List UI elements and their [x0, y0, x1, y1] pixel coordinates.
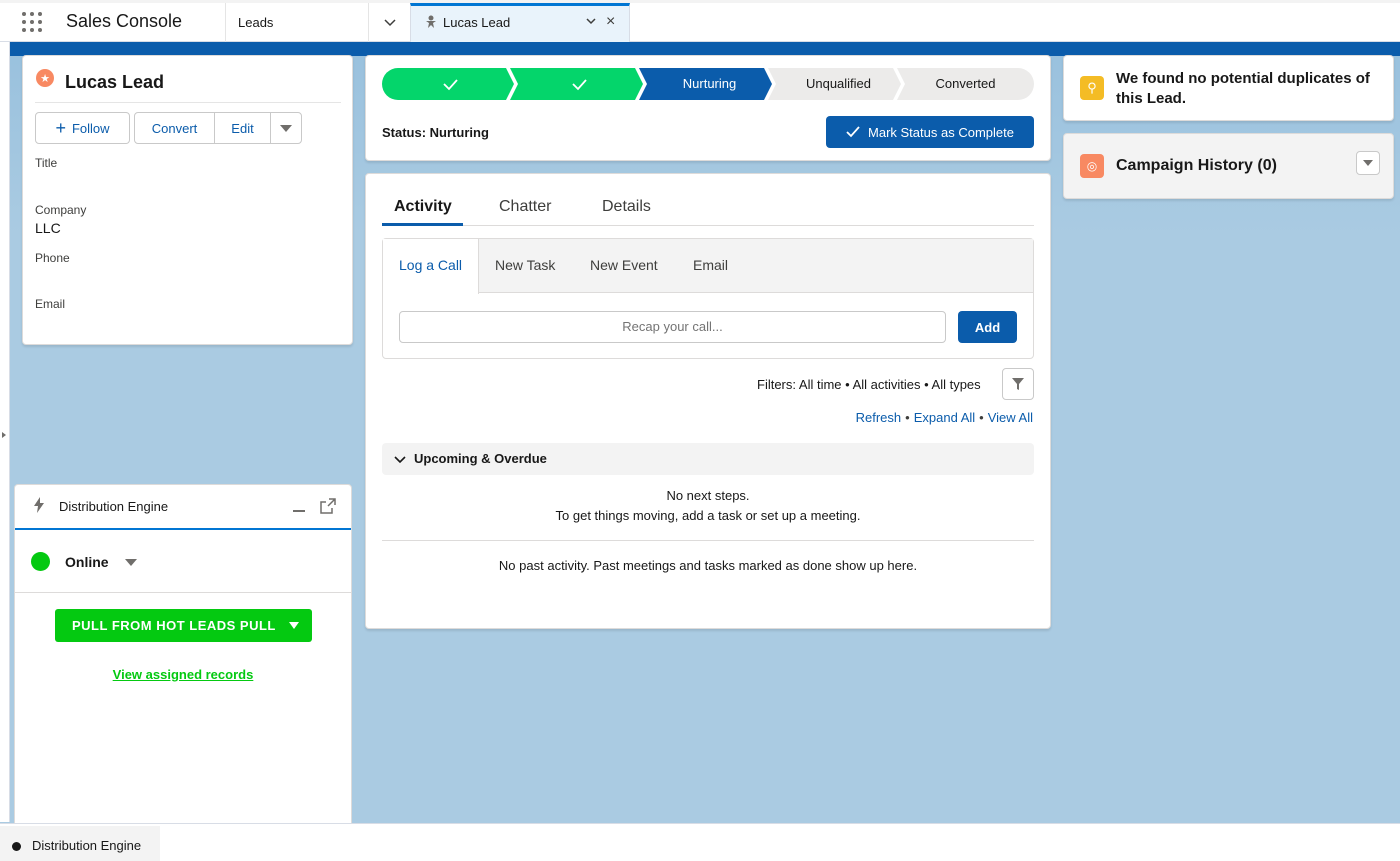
field-label-title: Title: [35, 156, 58, 170]
lead-name: Lucas Lead: [65, 72, 165, 92]
tab-close-icon[interactable]: ×: [606, 13, 615, 31]
activity-filters-text: Filters: All time • All activities • All…: [757, 377, 981, 392]
expand-all-link[interactable]: Expand All: [914, 410, 975, 425]
nav-item-leads[interactable]: Leads: [238, 15, 273, 30]
publisher-tab-log-call[interactable]: Log a Call: [399, 257, 462, 273]
no-past-activity: No past activity. Past meetings and task…: [498, 558, 918, 573]
expand-arrow-icon[interactable]: [2, 432, 6, 438]
convert-button[interactable]: Convert: [134, 112, 215, 144]
active-tab-indicator: [382, 223, 463, 226]
pull-hot-leads-button[interactable]: PULL FROM HOT LEADS PULL: [55, 609, 312, 642]
popout-icon[interactable]: [320, 498, 336, 517]
refresh-link[interactable]: Refresh: [856, 410, 902, 425]
field-value-company: LLC: [35, 220, 61, 236]
nav-divider: [225, 3, 226, 42]
campaign-icon: ◎: [1080, 154, 1104, 178]
status-dot-icon: [12, 842, 21, 851]
check-icon: [846, 126, 860, 138]
utility-item-distribution-engine[interactable]: Distribution Engine: [0, 824, 160, 861]
tab-details[interactable]: Details: [602, 198, 651, 216]
caret-down-icon[interactable]: [125, 559, 137, 566]
path-stage-1[interactable]: [382, 68, 514, 100]
lead-icon: [424, 15, 438, 32]
workspace-tab-lucas-lead[interactable]: Lucas Lead ×: [410, 3, 630, 42]
utility-item-label: Distribution Engine: [32, 838, 142, 853]
no-next-steps-line2: To get things moving, add a task or set …: [555, 508, 861, 523]
pull-button-label: PULL FROM HOT LEADS PULL: [72, 618, 276, 633]
follow-label: Follow: [71, 120, 110, 136]
tab-chevron-down-icon[interactable]: [585, 15, 597, 30]
path-stages: Nurturing Unqualified Converted: [382, 68, 1034, 100]
view-all-link[interactable]: View All: [988, 410, 1033, 425]
minimize-icon[interactable]: [293, 510, 305, 512]
bolt-icon: [33, 497, 45, 516]
utility-bar: Distribution Engine: [0, 823, 1400, 861]
header-accent-strip: [0, 42, 1400, 56]
distribution-engine-title: Distribution Engine: [59, 499, 169, 514]
follow-button[interactable]: + Follow: [35, 112, 130, 144]
global-header: Sales Console Leads Lucas Lead ×: [0, 0, 1400, 42]
field-label-email: Email: [35, 297, 66, 311]
no-next-steps-line1: No next steps.: [666, 488, 750, 503]
publisher-tabs: Log a Call New Task New Event Email: [383, 239, 1033, 294]
divider: [35, 102, 341, 103]
path-status-text: Status: Nurturing: [382, 125, 489, 140]
path-stage-2[interactable]: [510, 68, 643, 100]
path-card: Nurturing Unqualified Converted Status: …: [365, 55, 1051, 161]
distribution-engine-header: Distribution Engine: [15, 485, 351, 530]
campaign-history-card: ◎ Campaign History (0): [1063, 133, 1394, 199]
more-actions-dropdown[interactable]: [270, 112, 302, 144]
mark-status-complete-button[interactable]: Mark Status as Complete: [826, 116, 1034, 148]
activity-links: Refresh • Expand All • View All: [855, 410, 1033, 425]
caret-down-icon: [280, 124, 292, 132]
tab-chatter[interactable]: Chatter: [499, 198, 551, 216]
app-name: Sales Console: [66, 11, 183, 31]
divider: [382, 540, 1034, 541]
online-status-dot: [31, 552, 50, 571]
lead-highlights-card: ★ Lucas Lead + Follow Convert Edit Title…: [22, 55, 353, 345]
presence-status-row[interactable]: Online: [15, 531, 351, 593]
view-assigned-records-link[interactable]: View assigned records: [15, 667, 351, 682]
filter-button[interactable]: [1002, 368, 1034, 400]
duplicates-card: ⚲ We found no potential duplicates of th…: [1063, 55, 1394, 121]
field-label-phone: Phone: [35, 251, 70, 265]
upcoming-overdue-section[interactable]: Upcoming & Overdue: [382, 443, 1034, 475]
left-rail[interactable]: [0, 42, 10, 822]
duplicates-text: We found no potential duplicates of this…: [1116, 70, 1370, 107]
campaign-actions-dropdown[interactable]: [1356, 151, 1380, 175]
caret-down-icon: [1363, 160, 1373, 166]
filter-icon: [1012, 378, 1024, 390]
caret-down-icon[interactable]: [289, 622, 299, 629]
nav-menu-chevron-icon[interactable]: [368, 3, 410, 42]
activity-card: Activity Chatter Details Log a Call New …: [365, 173, 1051, 629]
add-button[interactable]: Add: [958, 311, 1017, 343]
path-label-unqualified: Unqualified: [805, 76, 872, 91]
no-next-steps: No next steps. To get things moving, add…: [382, 486, 1034, 526]
upcoming-overdue-label: Upcoming & Overdue: [414, 451, 547, 466]
publisher-tab-new-event[interactable]: New Event: [590, 257, 658, 273]
duplicate-icon: ⚲: [1080, 76, 1104, 100]
path-label-converted: Converted: [935, 76, 996, 91]
edit-button[interactable]: Edit: [214, 112, 271, 144]
app-launcher-icon[interactable]: [22, 12, 42, 32]
chevron-down-icon: [394, 453, 406, 468]
path-label-nurturing: Nurturing: [682, 76, 737, 91]
distribution-engine-panel: Distribution Engine Online PULL FROM HOT…: [14, 484, 352, 824]
mark-status-label: Mark Status as Complete: [868, 124, 1014, 140]
presence-status-label: Online: [65, 554, 109, 570]
tab-activity[interactable]: Activity: [394, 198, 452, 216]
lead-icon: ★: [36, 69, 54, 87]
recap-call-input[interactable]: Recap your call...: [399, 311, 946, 343]
plus-icon: +: [55, 118, 66, 138]
tab-label: Lucas Lead: [443, 15, 511, 30]
activity-publisher: Log a Call New Task New Event Email Reca…: [382, 238, 1034, 359]
publisher-tab-email[interactable]: Email: [693, 257, 728, 273]
campaign-history-title[interactable]: Campaign History (0): [1116, 157, 1277, 175]
record-tabs: Activity Chatter Details: [382, 188, 1034, 226]
field-label-company: Company: [35, 203, 87, 217]
publisher-tab-new-task[interactable]: New Task: [495, 257, 555, 273]
